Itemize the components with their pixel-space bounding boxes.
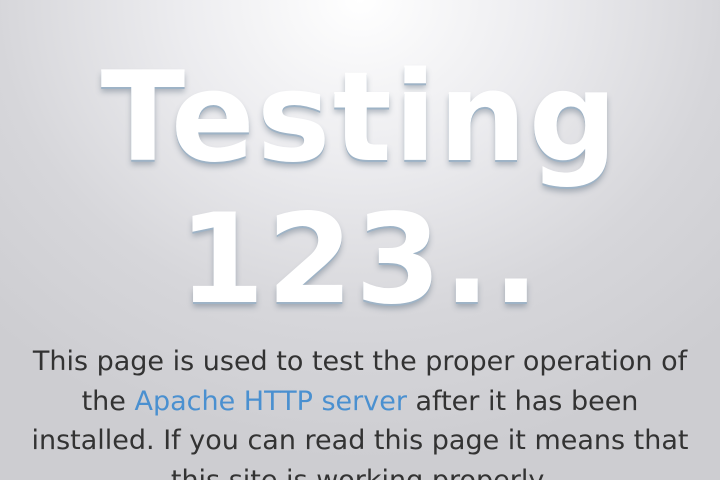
intro-paragraph: This page is used to test the proper ope…	[30, 342, 690, 480]
hero-title-line-1: Testing	[100, 46, 620, 190]
apache-http-server-link[interactable]: Apache HTTP server	[134, 386, 406, 417]
hero-title-line-2: 123..	[178, 188, 542, 332]
